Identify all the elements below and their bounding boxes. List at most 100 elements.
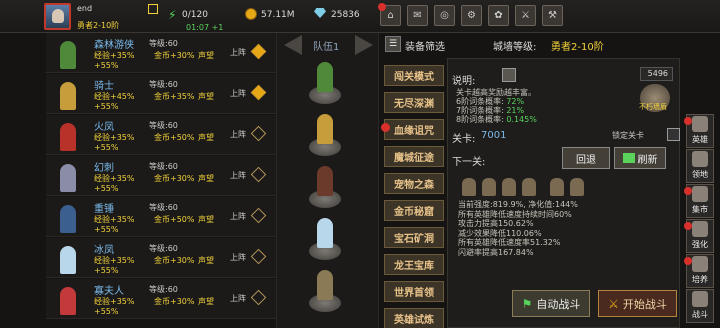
stamina-icon: ⚡ [168, 8, 177, 22]
hero-row[interactable]: 冰凤 等级:60 经验+35% 金币+30% 声望 +55% 上阵 [46, 238, 276, 278]
mode-button[interactable]: 英雄试炼 [384, 308, 444, 328]
sidebar-battle-button[interactable]: 战斗 [686, 289, 714, 323]
mode-button[interactable]: 血缘诅咒 [381, 119, 444, 140]
skull-count: 5496 [640, 67, 673, 81]
info-icon[interactable] [502, 68, 516, 82]
deploy-label[interactable]: 上阵 [230, 129, 246, 140]
hero-extra: +55% [94, 61, 119, 70]
description-line: 关卡越高奖励越丰富。 [456, 88, 536, 97]
hero-fame: 声望 [198, 133, 214, 142]
hero-figure [317, 270, 333, 300]
refresh-button[interactable]: 刷新 [614, 147, 666, 169]
deploy-label[interactable]: 上阵 [230, 211, 246, 222]
hero-extra: +55% [94, 102, 119, 111]
deploy-label[interactable]: 上阵 [230, 252, 246, 263]
hero-extra: +55% [94, 266, 119, 275]
mode-button[interactable]: 宠物之森 [384, 173, 444, 194]
hero-row[interactable]: 重锤 等级:60 经验+35% 金币+50% 声望 +55% 上阵 [46, 197, 276, 237]
deploy-toggle[interactable] [250, 84, 267, 101]
deploy-label[interactable]: 上阵 [230, 170, 246, 181]
hero-row[interactable]: 寡夫人 等级:60 经验+35% 金币+30% 声望 +55% 上阵 [46, 279, 276, 319]
enemy-stat-line: 所有英雄降低速度持续时间60% [458, 209, 572, 219]
player-avatar[interactable] [44, 3, 71, 30]
settings-button[interactable]: ⚙ [461, 5, 482, 26]
team-slot[interactable] [304, 268, 346, 316]
team-slot[interactable] [304, 60, 346, 108]
hero-extra: +55% [94, 184, 119, 193]
gamepad-button[interactable]: ◎ [434, 5, 455, 26]
axe-button[interactable]: ⚒ [542, 5, 563, 26]
team-slot[interactable] [304, 112, 346, 160]
hero-portrait [52, 199, 84, 235]
mode-button[interactable]: 龙王宝库 [384, 254, 444, 275]
hero-exp: 经验+35% [94, 51, 135, 60]
sidebar-hero-button[interactable]: 英雄 [684, 114, 714, 148]
notification-dot [381, 123, 390, 132]
hero-row[interactable]: 森林游侠 等级:60 经验+35% 金币+30% 声望 +55% 上阵 [46, 33, 276, 73]
hero-extra: +55% [94, 225, 119, 234]
mode-button[interactable]: 魔城征途 [384, 146, 444, 167]
next-stage-label: 下一关: [452, 157, 486, 168]
notification-dot [684, 117, 692, 125]
deploy-label[interactable]: 上阵 [230, 88, 246, 99]
refresh-icon [622, 153, 635, 163]
sword-button[interactable]: ⚔ [515, 5, 536, 26]
deploy-toggle[interactable] [250, 289, 267, 306]
enemy-stat-line: 攻击力提高150.62% [458, 219, 534, 228]
deploy-label[interactable]: 上阵 [230, 293, 246, 304]
mode-button[interactable]: 金币秘窟 [384, 200, 444, 221]
lock-stage-checkbox[interactable] [667, 128, 680, 141]
enemy-stat-line: 当前强度:819.9%, 净化值:144% [458, 200, 578, 209]
sidebar-territory-button[interactable]: 领地 [686, 149, 714, 183]
shop-button[interactable]: ⌂ [378, 3, 401, 26]
hero-fame: 声望 [198, 92, 214, 101]
sidebar-upgrade-button[interactable]: 强化 [684, 219, 714, 253]
axe-icon: ⚒ [548, 10, 557, 21]
deploy-toggle[interactable] [250, 166, 267, 183]
edit-icon[interactable] [148, 4, 158, 14]
hero-gold: 金币+30% [154, 174, 195, 183]
mail-button[interactable]: ✉ [407, 5, 428, 26]
sidebar-label: 战斗 [692, 310, 708, 319]
hero-figure [317, 166, 333, 196]
mode-label: 英雄试炼 [394, 315, 434, 326]
hero-row[interactable]: 火凤 等级:60 经验+35% 金币+50% 声望 +55% 上阵 [46, 115, 276, 155]
deploy-label[interactable]: 上阵 [230, 47, 246, 58]
team-slot[interactable] [304, 216, 346, 264]
mode-label: 魔城征途 [394, 153, 434, 164]
boss-label: 不朽墙盾 [639, 103, 667, 111]
sword-icon: ⚔ [521, 10, 530, 21]
stamina-value: 0/120 [182, 10, 208, 20]
hero-exp: 经验+35% [94, 297, 135, 306]
diamond-value: 25836 [331, 10, 360, 20]
hero-name: 重锤 [94, 204, 114, 215]
wheel-button[interactable]: ✿ [488, 5, 509, 26]
mode-button[interactable]: 闯关模式 [384, 65, 444, 86]
deploy-toggle[interactable] [250, 43, 267, 60]
sidebar-market-button[interactable]: 集市 [684, 184, 714, 218]
deploy-toggle[interactable] [250, 125, 267, 142]
enemy-sprite [482, 178, 496, 196]
hero-portrait [52, 35, 84, 71]
battle-icon [692, 291, 708, 307]
team-slot[interactable] [304, 164, 346, 212]
hero-list: 森林游侠 等级:60 经验+35% 金币+30% 声望 +55% 上阵 骑士 等级:60 经验+4… [46, 33, 276, 328]
hero-exp: 经验+35% [94, 215, 135, 224]
hero-row[interactable]: 幻刺 等级:60 经验+35% 金币+30% 声望 +55% 上阵 [46, 156, 276, 196]
hero-row[interactable]: 骑士 等级:60 经验+45% 金币+35% 声望 +55% 上阵 [46, 74, 276, 114]
hero-gold: 金币+50% [154, 133, 195, 142]
deploy-toggle[interactable] [250, 248, 267, 265]
filter-icon[interactable]: ☰ [385, 36, 401, 52]
filter-label[interactable]: 装备筛选 [405, 38, 445, 53]
sidebar-label: 培养 [692, 275, 708, 284]
mode-button[interactable]: 无尽深渊 [384, 92, 444, 113]
mode-label: 金币秘窟 [394, 207, 434, 218]
mode-button[interactable]: 世界首领 [384, 281, 444, 302]
auto-battle-button[interactable]: ⚑ 自动战斗 [512, 290, 590, 317]
sidebar-train-button[interactable]: 培养 [684, 254, 714, 288]
start-battle-button[interactable]: ⚔ 开始战斗 [598, 290, 677, 317]
mode-button[interactable]: 宝石矿洞 [384, 227, 444, 248]
back-button[interactable]: 回退 [562, 147, 610, 169]
deploy-toggle[interactable] [250, 207, 267, 224]
mode-label: 宠物之森 [394, 180, 434, 191]
